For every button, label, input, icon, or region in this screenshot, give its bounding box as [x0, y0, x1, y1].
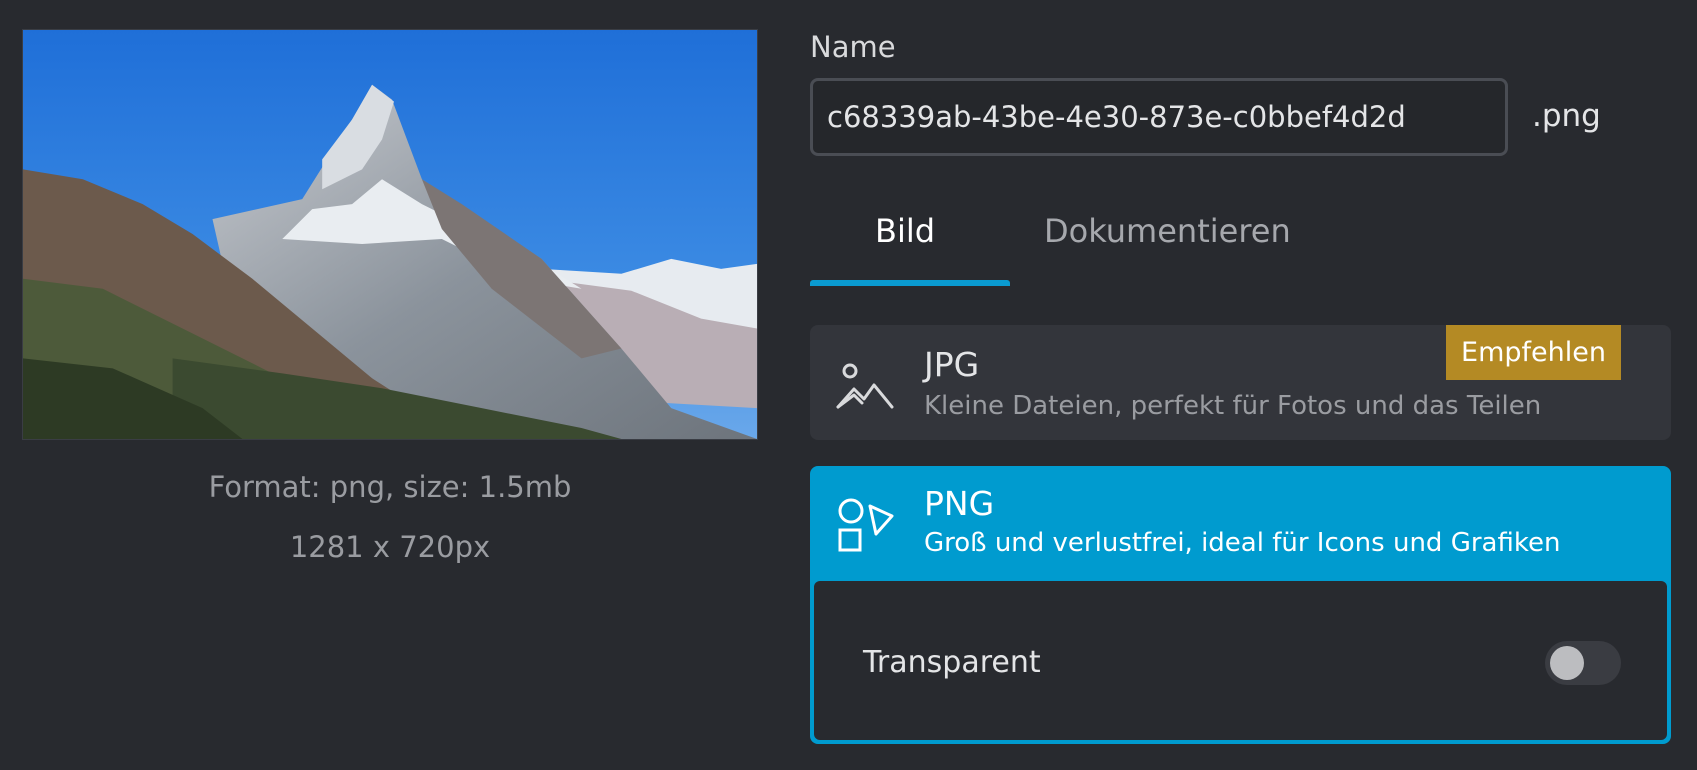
- filename-input[interactable]: [810, 78, 1508, 156]
- export-tabs: Bild Dokumentieren: [810, 190, 1670, 286]
- png-options-panel: Transparent: [814, 581, 1667, 740]
- tab-bild[interactable]: Bild: [875, 212, 935, 250]
- image-format-size: Format: png, size: 1.5mb: [208, 470, 572, 504]
- format-option-png[interactable]: PNG Groß und verlustfrei, ideal für Icon…: [810, 466, 1671, 744]
- format-title-jpg: JPG: [924, 345, 980, 384]
- matterhorn-photo: [23, 30, 757, 439]
- active-tab-indicator: [810, 280, 1010, 286]
- format-option-jpg[interactable]: JPG Kleine Dateien, perfekt für Fotos un…: [810, 325, 1671, 440]
- transparent-label: Transparent: [863, 645, 1041, 680]
- name-label: Name: [810, 30, 896, 64]
- toggle-knob: [1550, 646, 1584, 680]
- recommended-badge: Empfehlen: [1446, 325, 1621, 380]
- format-description-jpg: Kleine Dateien, perfekt für Fotos und da…: [924, 391, 1542, 421]
- format-title-png: PNG: [924, 484, 995, 523]
- image-preview: [22, 29, 758, 440]
- shapes-icon: [838, 498, 894, 552]
- image-dimensions: 1281 x 720px: [289, 530, 491, 564]
- transparent-toggle[interactable]: [1545, 641, 1621, 685]
- tab-dokumentieren[interactable]: Dokumentieren: [1044, 212, 1291, 250]
- image-mountain-icon: [836, 363, 894, 409]
- file-extension: .png: [1532, 98, 1601, 134]
- format-description-png: Groß und verlustfrei, ideal für Icons un…: [924, 528, 1561, 558]
